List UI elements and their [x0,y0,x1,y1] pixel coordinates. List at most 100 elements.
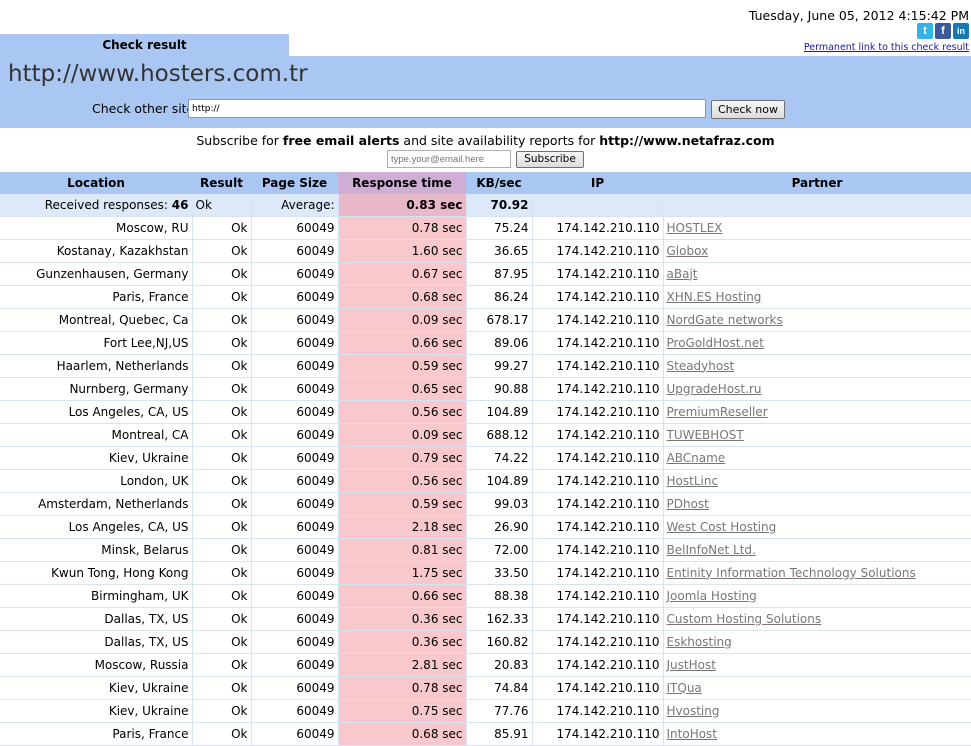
tab-check-result[interactable]: Check result [0,34,289,56]
cell-result: Ok [192,492,252,516]
site-url-input[interactable] [188,99,706,118]
summary-row: Received responses: 46 Ok Average: 0.83 … [0,194,971,217]
cell-ip: 174.142.210.110 [532,630,664,654]
cell-result: Ok [192,561,252,585]
partner-link[interactable]: HostLinc [663,469,971,493]
cell-ip: 174.142.210.110 [532,469,664,493]
table-row: Moscow, RU Ok 60049 0.78 sec 75.24 174.142.21… [0,216,971,240]
col-kb-sec[interactable]: KB/sec [466,172,532,194]
cell-kb-sec: 86.24 [466,285,533,309]
cell-ip: 174.142.210.110 [532,653,664,677]
cell-kb-sec: 104.89 [466,469,533,493]
cell-page-size: 60049 [251,400,339,424]
cell-ip: 174.142.210.110 [532,722,664,746]
cell-result: Ok [192,262,252,286]
cell-page-size: 60049 [251,584,339,608]
cell-ip: 174.142.210.110 [532,538,664,562]
partner-link[interactable]: Entinity Information Technology Solution… [663,561,971,585]
table-row: Kwun Tong, Hong Kong Ok 60049 1.75 sec 33.50… [0,561,971,585]
cell-kb-sec: 99.27 [466,354,533,378]
partner-link[interactable]: Hvosting [663,699,971,723]
cell-response-time: 0.36 sec [338,630,467,654]
cell-kb-sec: 90.88 [466,377,533,401]
col-result[interactable]: Result [192,172,251,194]
cell-page-size: 60049 [251,354,339,378]
site-url-title: http://www.hosters.com.tr [8,61,308,87]
col-partner[interactable]: Partner [663,172,971,194]
linkedin-icon[interactable]: in [953,23,969,39]
cell-page-size: 60049 [251,308,339,332]
partner-link[interactable]: JustHost [663,653,971,677]
table-row: Dallas, TX, US Ok 60049 0.36 sec 160.82 174.1… [0,630,971,654]
partner-link[interactable]: ProGoldHost.net [663,331,971,355]
partner-link[interactable]: West Cost Hosting [663,515,971,539]
partner-link[interactable]: aBajt [663,262,971,286]
col-ip[interactable]: IP [532,172,663,194]
header-panel: http://www.hosters.com.tr Check other si… [0,56,971,128]
cell-result: Ok [192,699,252,723]
permalink-link[interactable]: Permanent link to this check result [804,42,969,53]
subscribe-button[interactable]: Subscribe [516,151,584,168]
cell-kb-sec: 77.76 [466,699,533,723]
partner-link[interactable]: IntoHost [663,722,971,746]
cell-kb-sec: 26.90 [466,515,533,539]
cell-location: Montreal, Quebec, Ca [0,308,193,332]
partner-link[interactable]: BelInfoNet Ltd. [663,538,971,562]
partner-link[interactable]: Globox [663,239,971,263]
cell-result: Ok [192,607,252,631]
cell-ip: 174.142.210.110 [532,676,664,700]
partner-link[interactable]: XHN.ES Hosting [663,285,971,309]
cell-location: Moscow, RU [0,216,193,240]
col-page-size[interactable]: Page Size [251,172,338,194]
partner-link[interactable]: Custom Hosting Solutions [663,607,971,631]
cell-page-size: 60049 [251,607,339,631]
partner-link[interactable]: Eskhosting [663,630,971,654]
cell-kb-sec: 160.82 [466,630,533,654]
cell-location: Gunzenhausen, Germany [0,262,193,286]
cell-ip: 174.142.210.110 [532,492,664,516]
table-row: Kiev, Ukraine Ok 60049 0.78 sec 74.84 174.142… [0,676,971,700]
partner-link[interactable]: NordGate networks [663,308,971,332]
partner-link[interactable]: PDhost [663,492,971,516]
cell-result: Ok [192,308,252,332]
cell-response-time: 0.66 sec [338,331,467,355]
summary-result: Ok [192,194,252,217]
cell-result: Ok [192,469,252,493]
cell-response-time: 1.60 sec [338,239,467,263]
cell-ip: 174.142.210.110 [532,699,664,723]
check-now-button[interactable]: Check now [711,100,785,119]
table-row: Haarlem, Netherlands Ok 60049 0.59 sec 99.27… [0,354,971,378]
cell-kb-sec: 678.17 [466,308,533,332]
table-row: Dallas, TX, US Ok 60049 0.36 sec 162.33 174.1… [0,607,971,631]
cell-location: Dallas, TX, US [0,630,193,654]
results-table: Location Result Page Size Response time … [0,172,971,746]
col-response-time[interactable]: Response time [338,172,466,194]
partner-link[interactable]: Steadyhost [663,354,971,378]
table-row: Gunzenhausen, Germany Ok 60049 0.67 sec 87.9… [0,262,971,286]
partner-link[interactable]: PremiumReseller [663,400,971,424]
partner-link[interactable]: TUWEBHOST [663,423,971,447]
col-location[interactable]: Location [0,172,192,194]
partner-link[interactable]: Joomla Hosting [663,584,971,608]
twitter-icon[interactable]: t [917,23,933,39]
cell-result: Ok [192,722,252,746]
cell-ip: 174.142.210.110 [532,515,664,539]
average-time: 0.83 sec [338,194,467,217]
partner-link[interactable]: HOSTLEX [663,216,971,240]
partner-link[interactable]: ABCname [663,446,971,470]
cell-page-size: 60049 [251,239,339,263]
cell-page-size: 60049 [251,653,339,677]
table-row: Montreal, Quebec, Ca Ok 60049 0.09 sec 678.1… [0,308,971,332]
facebook-icon[interactable]: f [935,23,951,39]
cell-kb-sec: 89.06 [466,331,533,355]
cell-page-size: 60049 [251,262,339,286]
email-input[interactable] [387,150,511,168]
cell-location: Haarlem, Netherlands [0,354,193,378]
average-kb: 70.92 [466,194,533,217]
partner-link[interactable]: ITQua [663,676,971,700]
cell-kb-sec: 85.91 [466,722,533,746]
cell-location: Kiev, Ukraine [0,446,193,470]
cell-page-size: 60049 [251,446,339,470]
partner-link[interactable]: UpgradeHost.ru [663,377,971,401]
cell-result: Ok [192,446,252,470]
